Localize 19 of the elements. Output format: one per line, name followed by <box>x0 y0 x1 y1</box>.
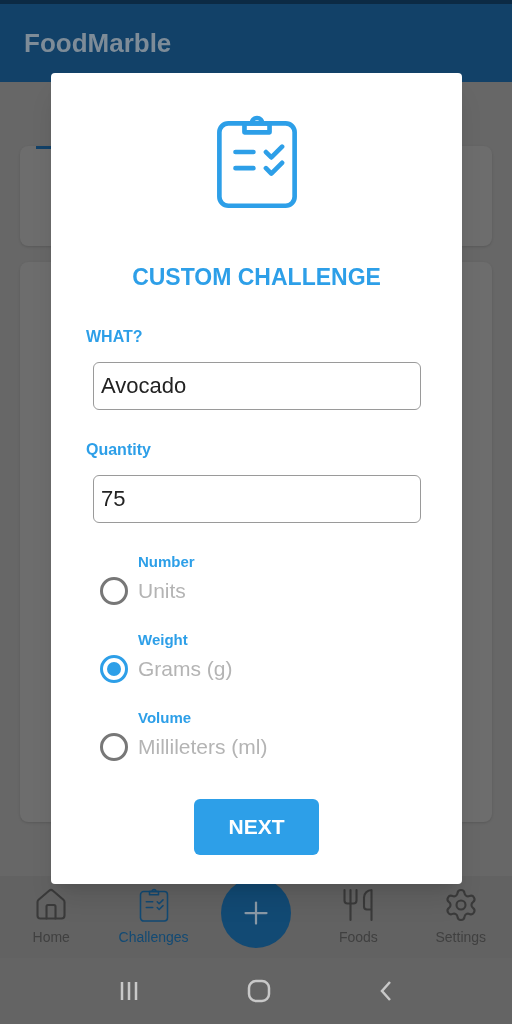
radio-label[interactable]: Millileters (ml) <box>138 731 268 763</box>
radio-label[interactable]: Grams (g) <box>138 653 233 685</box>
dialog-title: CUSTOM CHALLENGE <box>132 263 381 292</box>
tab-indicator <box>36 146 52 149</box>
unit-group-label: Weight <box>138 629 189 650</box>
unit-group-label: Number <box>138 551 196 572</box>
radio-button[interactable] <box>100 654 128 683</box>
unit-group-label: Volume <box>138 707 193 728</box>
radio-button[interactable] <box>100 576 128 605</box>
text-field[interactable]: 75 <box>93 474 421 523</box>
text-field[interactable]: Avocado <box>93 361 421 410</box>
nav-tab[interactable]: Challenges <box>102 886 205 948</box>
home-button-icon[interactable] <box>247 979 271 1003</box>
radio-button[interactable] <box>100 732 128 761</box>
field-label: WHAT? <box>86 326 144 347</box>
app-title: FoodMarble <box>24 26 172 60</box>
next-button[interactable]: NEXT <box>194 798 319 855</box>
radio-label[interactable]: Units <box>138 575 186 607</box>
field-label: Quantity <box>86 439 152 460</box>
